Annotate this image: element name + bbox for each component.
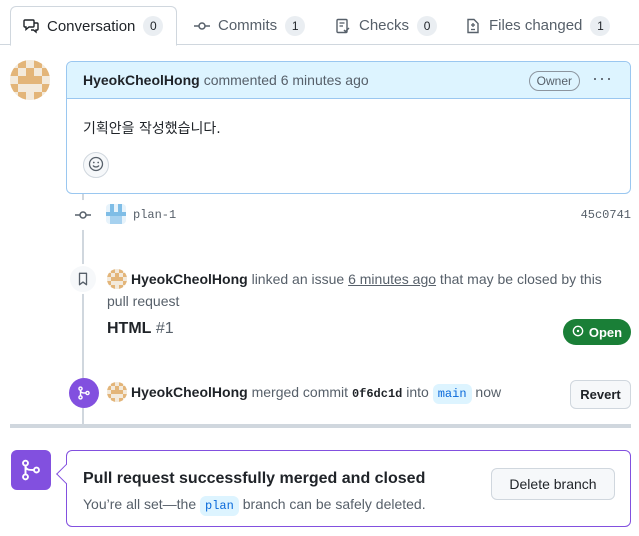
tab-label: Conversation: [47, 17, 136, 35]
issue-state-label: Open: [588, 324, 623, 340]
git-merge-icon: [69, 378, 99, 408]
comment-body: 기획안을 작성했습니다.: [83, 121, 221, 137]
comment-header: HyeokCheolHong commented 6 minutes ago O…: [67, 62, 630, 99]
git-commit-icon: [68, 200, 98, 230]
kebab-menu-icon[interactable]: ···: [592, 69, 612, 91]
tab-commits[interactable]: Commits 1: [182, 6, 317, 45]
tab-conversation[interactable]: Conversation 0: [10, 6, 177, 46]
commit-sha-link[interactable]: 45c0741: [581, 208, 631, 222]
merge-commit-sha-link[interactable]: 0f6dc1d: [352, 387, 402, 401]
bookmark-icon: [68, 264, 98, 294]
smiley-icon: [88, 156, 104, 175]
head-branch-chip[interactable]: plan: [200, 496, 239, 516]
event-text: linked an issue: [247, 271, 349, 287]
comment-timestamp[interactable]: commented 6 minutes ago: [204, 72, 369, 88]
issue-opened-icon: [572, 325, 584, 340]
tab-files-changed[interactable]: Files changed 1: [453, 6, 622, 45]
revert-button[interactable]: Revert: [570, 380, 631, 409]
tab-label: Checks: [359, 17, 410, 34]
avatar[interactable]: [10, 60, 50, 100]
tab-counter: 0: [143, 16, 164, 36]
linked-issue-event: HyeokCheolHong linked an issue 6 minutes…: [107, 268, 627, 312]
delete-branch-button[interactable]: Delete branch: [491, 468, 615, 500]
git-merge-icon: [11, 450, 51, 490]
avatar[interactable]: [107, 269, 127, 289]
file-diff-icon: [465, 18, 481, 34]
tab-counter: 1: [590, 15, 611, 36]
tab-checks[interactable]: Checks 0: [323, 6, 449, 45]
merge-status-title: Pull request successfully merged and clo…: [83, 470, 426, 487]
event-author-link[interactable]: HyeokCheolHong: [131, 384, 248, 400]
merged-event: HyeokCheolHong merged commit 0f6dc1d int…: [107, 382, 501, 404]
issue-open-badge: Open: [563, 319, 631, 345]
merge-status-box: Pull request successfully merged and clo…: [56, 450, 631, 527]
avatar[interactable]: [107, 382, 127, 402]
linked-issue-title[interactable]: HTML #1: [107, 320, 174, 338]
comment-author[interactable]: HyeokCheolHong: [83, 72, 200, 88]
pr-tab-bar: Conversation 0 Commits 1 Checks 0 Files …: [0, 0, 639, 46]
subtitle-text: You’re all set—the: [83, 496, 200, 512]
commit-row: plan-1 45c0741: [106, 204, 631, 226]
comment-box: HyeokCheolHong commented 6 minutes ago O…: [66, 61, 631, 194]
commit-author-avatar[interactable]: [106, 204, 126, 224]
event-text: into: [402, 384, 433, 400]
owner-badge: Owner: [528, 71, 580, 91]
event-text: merged commit: [247, 384, 352, 400]
add-reaction-button[interactable]: [83, 152, 109, 178]
git-commit-icon: [194, 18, 210, 34]
issue-title-text[interactable]: HTML: [107, 320, 151, 337]
event-text: now: [471, 384, 502, 400]
comment-discussion-icon: [23, 18, 39, 34]
timeline-separator: [10, 424, 631, 428]
merge-status-subtitle: You’re all set—the plan branch can be sa…: [83, 494, 426, 516]
box-caret: [56, 464, 76, 484]
event-timestamp-link[interactable]: 6 minutes ago: [348, 271, 436, 287]
commit-message-link[interactable]: plan-1: [133, 208, 176, 222]
event-author-link[interactable]: HyeokCheolHong: [131, 271, 248, 287]
base-branch-chip[interactable]: main: [432, 384, 472, 404]
checklist-icon: [335, 18, 351, 34]
tab-counter: 1: [285, 15, 306, 36]
tab-label: Commits: [218, 17, 278, 34]
tab-counter: 0: [417, 15, 438, 36]
issue-number: #1: [155, 320, 174, 337]
tab-label: Files changed: [489, 17, 583, 34]
subtitle-text: branch can be safely deleted.: [238, 496, 426, 512]
